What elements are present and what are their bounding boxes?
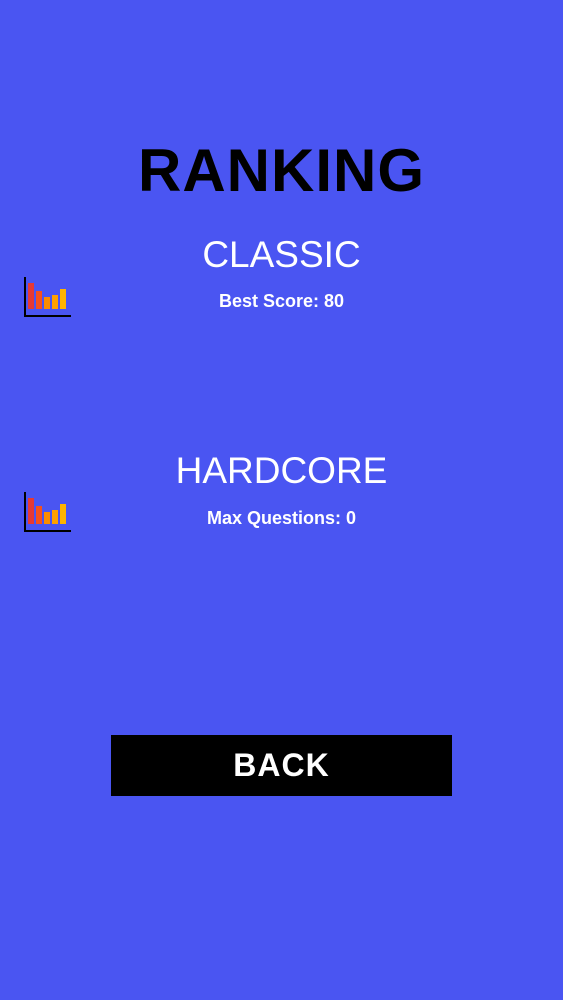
back-button[interactable]: BACK [111,735,452,796]
ranking-screen: RANKING CLASSIC Best Score: 80 HARDCORE … [0,0,563,1000]
hardcore-mode-title: HARDCORE [175,450,388,491]
classic-best-score: Best Score: 80 [218,291,345,311]
hardcore-max-questions: Max Questions: 0 [206,508,357,528]
page-title: RANKING [138,137,425,204]
classic-mode-title: CLASSIC [202,234,361,275]
